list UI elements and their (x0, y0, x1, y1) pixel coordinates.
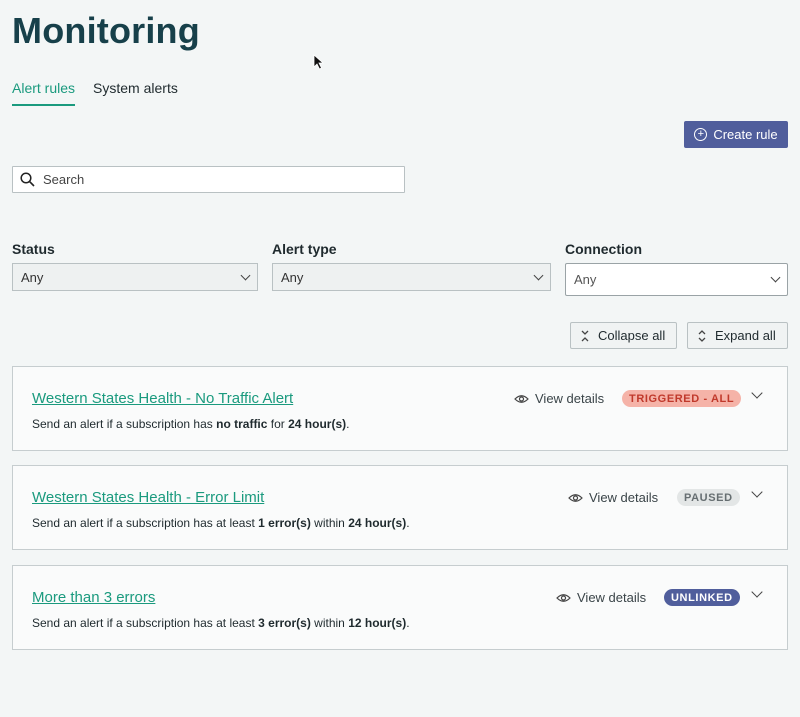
alert-rule-card: Western States Health - No Traffic Alert… (12, 366, 788, 451)
plus-circle-icon: + (694, 128, 708, 141)
page-title: Monitoring (12, 10, 200, 51)
create-rule-button[interactable]: + Create rule (684, 121, 788, 148)
alert-rule-card: Western States Health - Error Limit View… (12, 465, 788, 550)
collapse-icon (581, 330, 589, 341)
alert-rule-description: Send an alert if a subscription has at l… (32, 616, 410, 630)
status-badge: UNLINKED (664, 589, 740, 606)
collapse-all-button[interactable]: Collapse all (570, 322, 677, 349)
status-filter-label: Status (12, 241, 55, 257)
alert-type-select-value: Any (281, 269, 304, 285)
alert-rule-title-link[interactable]: Western States Health - Error Limit (32, 489, 264, 506)
alert-rule-description: Send an alert if a subscription has no t… (32, 417, 350, 431)
chevron-down-icon (240, 270, 251, 280)
alert-type-filter-label: Alert type (272, 241, 337, 257)
view-details-label: View details (535, 391, 605, 406)
expand-icon (698, 329, 706, 342)
chevron-down-icon[interactable] (751, 486, 763, 498)
status-badge: PAUSED (677, 489, 740, 506)
connection-select-value: Any (574, 272, 597, 287)
tab-bar: Alert rules System alerts (12, 80, 178, 106)
alert-rule-description: Send an alert if a subscription has at l… (32, 516, 410, 530)
view-details-link[interactable]: View details (568, 490, 658, 505)
chevron-down-icon (770, 272, 781, 283)
search-icon (20, 172, 35, 187)
collapse-all-label: Collapse all (598, 328, 666, 343)
create-rule-label: Create rule (713, 127, 778, 142)
alert-rule-title-link[interactable]: More than 3 errors (32, 589, 155, 606)
search-input[interactable] (43, 172, 404, 187)
status-select-value: Any (21, 269, 44, 285)
alert-rule-title-link[interactable]: Western States Health - No Traffic Alert (32, 390, 293, 407)
status-select[interactable]: Any (12, 263, 258, 291)
connection-filter-label: Connection (565, 241, 642, 257)
alert-type-select[interactable]: Any (272, 263, 551, 291)
search-box (12, 166, 405, 193)
view-details-label: View details (577, 590, 647, 605)
view-details-label: View details (589, 490, 659, 505)
expand-all-label: Expand all (715, 328, 776, 343)
eye-icon (514, 394, 529, 403)
status-badge: TRIGGERED - ALL (622, 390, 742, 407)
expand-all-button[interactable]: Expand all (687, 322, 788, 349)
view-details-link[interactable]: View details (514, 391, 604, 406)
chevron-down-icon[interactable] (751, 586, 763, 598)
view-details-link[interactable]: View details (556, 590, 646, 605)
chevron-down-icon (533, 270, 544, 280)
alert-rule-card: More than 3 errors View details UNLINKED… (12, 565, 788, 650)
chevron-down-icon[interactable] (751, 387, 763, 399)
tab-alert-rules[interactable]: Alert rules (12, 80, 76, 106)
eye-icon (568, 493, 583, 502)
connection-select[interactable]: Any (565, 263, 788, 296)
tab-system-alerts[interactable]: System alerts (93, 80, 178, 106)
eye-icon (556, 593, 571, 602)
mouse-cursor-icon (313, 54, 325, 70)
